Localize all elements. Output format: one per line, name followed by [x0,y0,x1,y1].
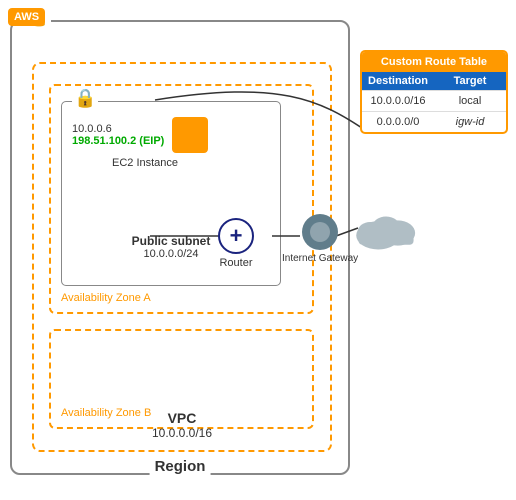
igw-container: Internet Gateway [282,214,358,264]
az-a-box: Availability Zone A 🔒 10.0.0.6 198.51.10… [49,84,314,314]
az-b-label: Availability Zone B [61,407,151,419]
cloud-icon [350,200,430,255]
igw-inner-icon [310,222,330,242]
ec2-ips: 10.0.0.6 198.51.100.2 (EIP) [72,123,164,147]
subnet-label-area: Public subnet 10.0.0.0/24 [132,234,211,260]
az-a-label: Availability Zone A [61,292,151,304]
ec2-private-ip: 10.0.0.6 [72,123,164,135]
vpc-label: VPC [152,410,212,426]
row2-destination: 0.0.0.0/0 [362,112,434,132]
region-label: Region [150,458,211,475]
vpc-label-area: VPC 10.0.0.0/16 [152,410,212,440]
route-table: Custom Route Table Destination Target 10… [360,50,508,134]
row1-target: local [434,91,506,111]
subnet-label: Public subnet [132,234,211,248]
router-label: Router [219,257,252,269]
table-row: 0.0.0.0/0 igw-id [362,111,506,132]
col-target: Target [434,72,506,90]
router-cross-icon [220,220,252,252]
igw-label: Internet Gateway [282,253,358,264]
table-row: 10.0.0.0/16 local [362,90,506,111]
col-destination: Destination [362,72,434,90]
route-table-col-headers: Destination Target [362,72,506,90]
router-container: Router [218,218,254,269]
ec2-area: 10.0.0.6 198.51.100.2 (EIP) [72,117,208,153]
route-table-title: Custom Route Table [362,52,506,72]
row2-target: igw-id [434,112,506,132]
aws-badge: AWS [8,8,45,26]
router-icon [218,218,254,254]
row1-destination: 10.0.0.0/16 [362,91,434,111]
cloud-container [350,200,430,260]
vpc-cidr: 10.0.0.0/16 [152,426,212,440]
igw-icon [302,214,338,250]
subnet-cidr: 10.0.0.0/24 [132,248,211,260]
ec2-label: EC2 Instance [112,157,178,169]
ec2-icon [172,117,208,153]
ec2-eip: 198.51.100.2 (EIP) [72,135,164,147]
subnet-lock-icon: 🔒 [72,88,98,109]
